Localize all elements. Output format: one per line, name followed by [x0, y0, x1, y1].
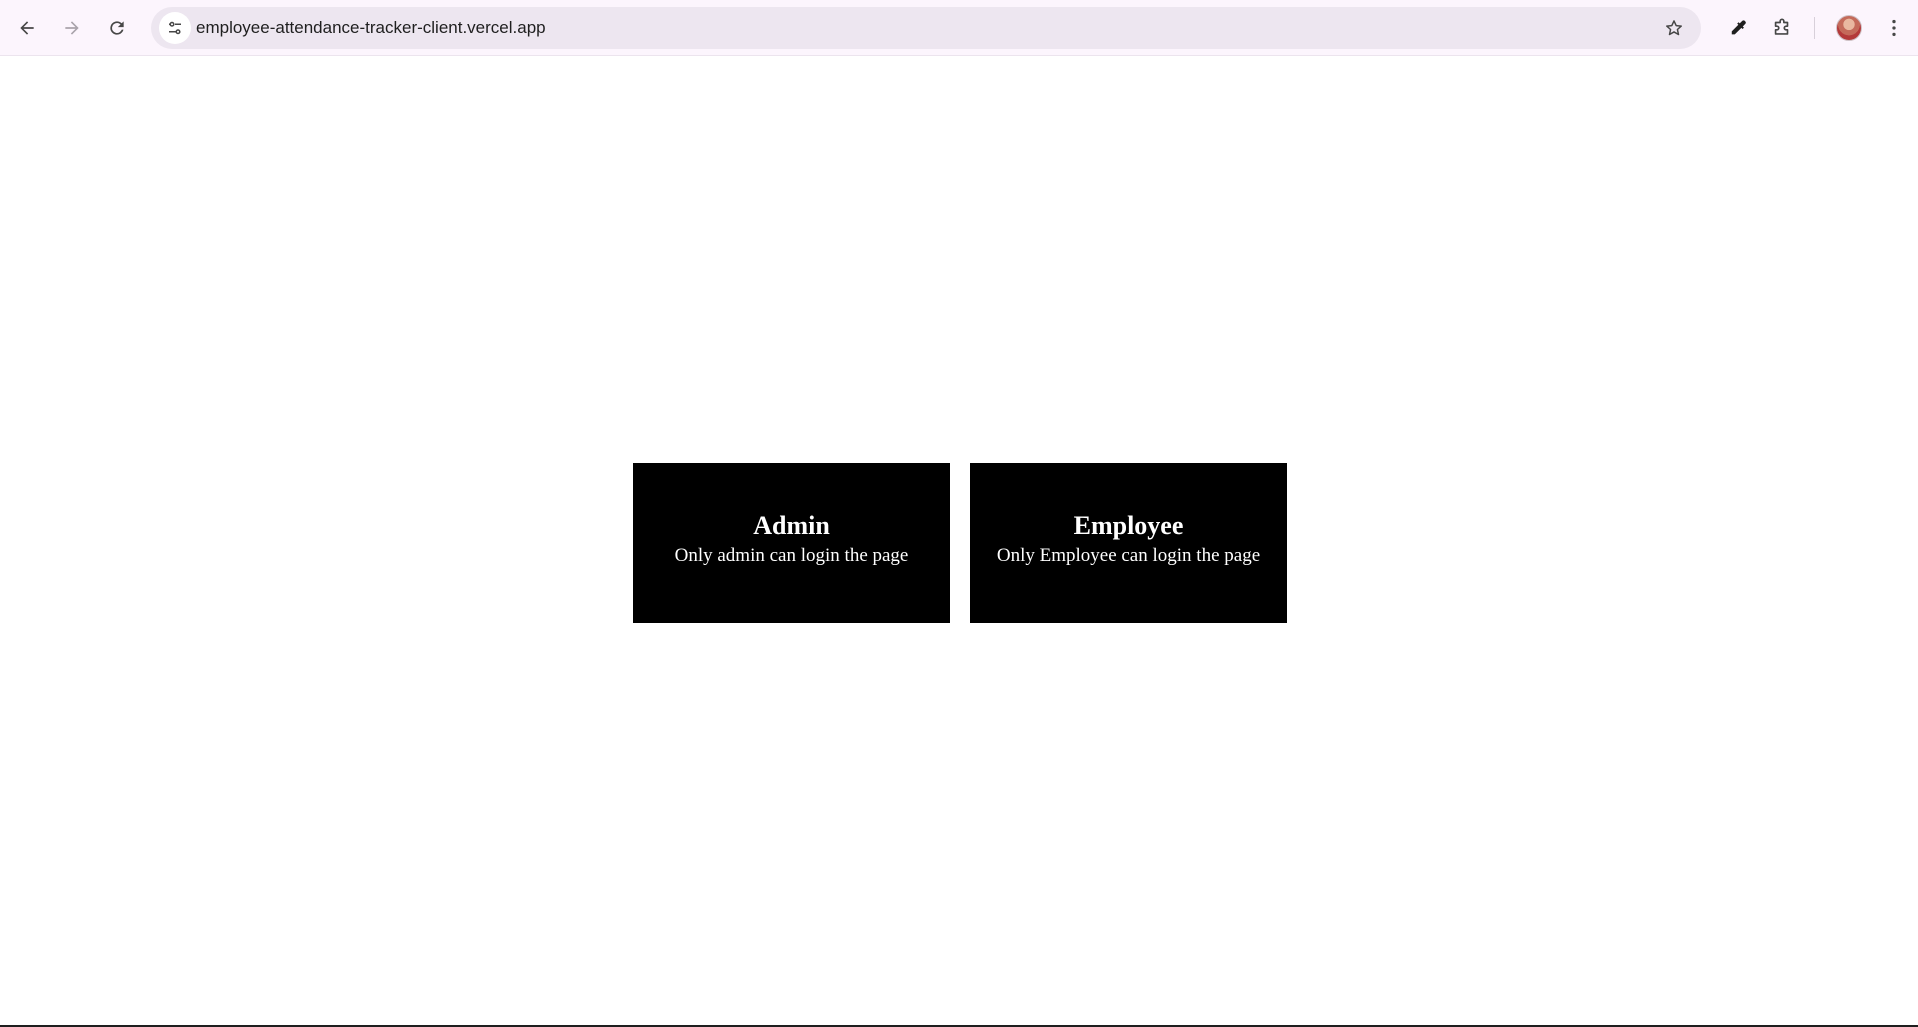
- eyedropper-button[interactable]: [1720, 10, 1756, 46]
- admin-card-description: Only admin can login the page: [674, 544, 909, 566]
- browser-toolbar: employee-attendance-tracker-client.verce…: [0, 0, 1918, 56]
- admin-card[interactable]: Admin Only admin can login the page: [633, 463, 950, 623]
- employee-card[interactable]: Employee Only Employee can login the pag…: [970, 463, 1287, 623]
- extensions-button[interactable]: [1764, 10, 1800, 46]
- profile-avatar[interactable]: [1836, 15, 1862, 41]
- back-button[interactable]: [9, 10, 45, 46]
- reload-button[interactable]: [99, 10, 135, 46]
- eyedropper-icon: [1731, 20, 1746, 35]
- tune-icon: [169, 21, 181, 35]
- site-info-button[interactable]: [159, 12, 191, 44]
- page-content: Admin Only admin can login the page Empl…: [0, 57, 1918, 1027]
- toolbar-divider: [1814, 17, 1815, 39]
- url-text[interactable]: employee-attendance-tracker-client.verce…: [196, 7, 546, 49]
- address-bar[interactable]: employee-attendance-tracker-client.verce…: [151, 7, 1701, 49]
- bookmark-button[interactable]: [1657, 11, 1691, 45]
- employee-card-title: Employee: [1073, 510, 1184, 540]
- kebab-menu-icon: [1892, 19, 1896, 37]
- reload-icon: [110, 21, 124, 35]
- forward-button[interactable]: [54, 10, 90, 46]
- browser-menu-button[interactable]: [1876, 10, 1912, 46]
- employee-card-description: Only Employee can login the page: [996, 544, 1261, 566]
- star-icon: [1666, 20, 1682, 36]
- admin-card-title: Admin: [753, 510, 830, 540]
- arrow-right-icon: [65, 21, 79, 35]
- arrow-left-icon: [20, 21, 34, 35]
- puzzle-icon: [1774, 18, 1789, 35]
